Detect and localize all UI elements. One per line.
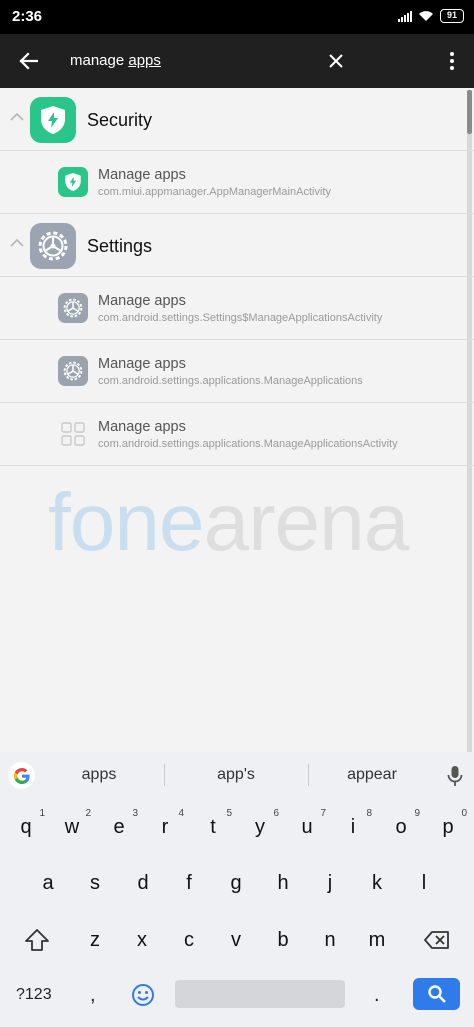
gear-icon <box>63 298 83 318</box>
key-m[interactable]: m <box>360 929 394 952</box>
status-time: 2:36 <box>12 8 43 25</box>
space-key[interactable] <box>175 980 345 1008</box>
suggestion-3[interactable]: appear <box>307 766 437 784</box>
search-icon <box>427 985 446 1003</box>
search-query-suffix: apps <box>128 52 161 69</box>
watermark-part-1: fone <box>48 477 205 568</box>
settings-app-icon <box>30 223 76 269</box>
settings-entry-icon <box>58 356 88 386</box>
emoji-key[interactable] <box>131 983 155 1007</box>
status-icons: 91 <box>398 9 464 23</box>
result-item[interactable]: Manage apps com.android.settings.Setting… <box>0 277 474 340</box>
key-k[interactable]: k <box>360 872 394 895</box>
suggestion-bar: apps app's appear <box>0 752 474 798</box>
result-activity: com.android.settings.Settings$ManageAppl… <box>98 312 383 324</box>
suggestion-1[interactable]: apps <box>34 766 164 784</box>
security-entry-icon <box>58 167 88 197</box>
result-title: Manage apps <box>98 167 186 183</box>
group-title-settings: Settings <box>87 236 153 256</box>
key-b[interactable]: b <box>266 929 300 952</box>
shift-key[interactable] <box>24 928 50 952</box>
result-activity: com.android.settings.applications.Manage… <box>98 375 363 387</box>
key-q[interactable]: q1 <box>9 808 45 839</box>
key-i[interactable]: i8 <box>336 808 372 839</box>
result-activity: com.miui.appmanager.AppManagerMainActivi… <box>98 186 331 198</box>
chevron-up-icon[interactable] <box>10 238 24 248</box>
key-x[interactable]: x <box>125 929 159 952</box>
comma-key[interactable]: , <box>90 984 96 1007</box>
keyboard: apps app's appear q1 w2 e3 r4 t5 y6 u7 i… <box>0 752 474 1027</box>
chevron-up-icon[interactable] <box>10 112 24 122</box>
default-app-icon <box>58 419 88 449</box>
battery-icon: 91 <box>440 9 464 23</box>
symbols-key[interactable]: ?123 <box>16 986 52 1004</box>
signal-icon <box>398 10 412 22</box>
key-s[interactable]: s <box>78 872 112 895</box>
suggestion-divider <box>164 764 165 786</box>
key-v[interactable]: v <box>219 929 253 952</box>
key-g[interactable]: g <box>219 872 253 895</box>
group-header-security[interactable]: Security <box>0 88 474 151</box>
period-key[interactable]: . <box>374 984 380 1007</box>
key-a[interactable]: a <box>31 872 65 895</box>
key-e[interactable]: e3 <box>102 808 138 839</box>
key-u[interactable]: u7 <box>290 808 326 839</box>
result-title: Manage apps <box>98 419 186 435</box>
group-header-settings[interactable]: Settings <box>0 214 474 277</box>
search-app-bar: manage apps <box>0 34 474 88</box>
search-query-prefix: manage <box>70 52 129 69</box>
watermark-part-2: arena <box>203 477 410 568</box>
close-icon <box>329 54 343 68</box>
more-options-button[interactable] <box>442 45 462 77</box>
google-g-icon[interactable] <box>8 762 35 789</box>
key-r[interactable]: r4 <box>148 808 184 839</box>
result-item[interactable]: Manage apps com.android.settings.applica… <box>0 403 474 466</box>
backspace-icon <box>424 931 449 949</box>
key-h[interactable]: h <box>266 872 300 895</box>
key-d[interactable]: d <box>126 872 160 895</box>
result-item[interactable]: Manage apps com.android.settings.applica… <box>0 340 474 403</box>
key-j[interactable]: j <box>313 872 347 895</box>
search-results: Security Manage apps com.miui.appmanager… <box>0 88 474 752</box>
key-l[interactable]: l <box>407 872 441 895</box>
key-z[interactable]: z <box>78 929 112 952</box>
google-logo-icon <box>13 767 30 784</box>
gear-icon <box>63 361 83 381</box>
result-title: Manage apps <box>98 356 186 372</box>
security-app-icon <box>30 97 76 143</box>
result-activity: com.android.settings.applications.Manage… <box>98 438 398 450</box>
wifi-icon <box>419 11 433 21</box>
key-o[interactable]: o9 <box>384 808 420 839</box>
group-title-security: Security <box>87 110 153 130</box>
status-bar: 2:36 91 <box>0 0 474 34</box>
shield-icon <box>65 173 81 191</box>
key-f[interactable]: f <box>172 872 206 895</box>
key-c[interactable]: c <box>172 929 206 952</box>
back-button[interactable] <box>12 45 44 77</box>
key-y[interactable]: y6 <box>243 808 279 839</box>
shield-icon <box>41 106 65 134</box>
watermark: fonearena <box>48 476 410 570</box>
gear-icon <box>38 231 68 261</box>
settings-entry-icon <box>58 293 88 323</box>
clear-search-button[interactable] <box>322 45 350 77</box>
key-n[interactable]: n <box>313 929 347 952</box>
shift-arrow-icon <box>25 929 49 951</box>
result-item[interactable]: Manage apps com.miui.appmanager.AppManag… <box>0 151 474 214</box>
key-t[interactable]: t5 <box>196 808 232 839</box>
arrow-back-icon <box>19 52 38 70</box>
microphone-icon[interactable] <box>446 765 464 787</box>
search-key[interactable] <box>413 978 460 1010</box>
search-input[interactable]: manage apps <box>70 52 161 69</box>
key-p[interactable]: p0 <box>431 808 467 839</box>
backspace-key[interactable] <box>424 930 450 950</box>
key-w[interactable]: w2 <box>55 808 91 839</box>
result-title: Manage apps <box>98 293 186 309</box>
grid-icon <box>61 422 85 446</box>
suggestion-2[interactable]: app's <box>171 766 301 784</box>
